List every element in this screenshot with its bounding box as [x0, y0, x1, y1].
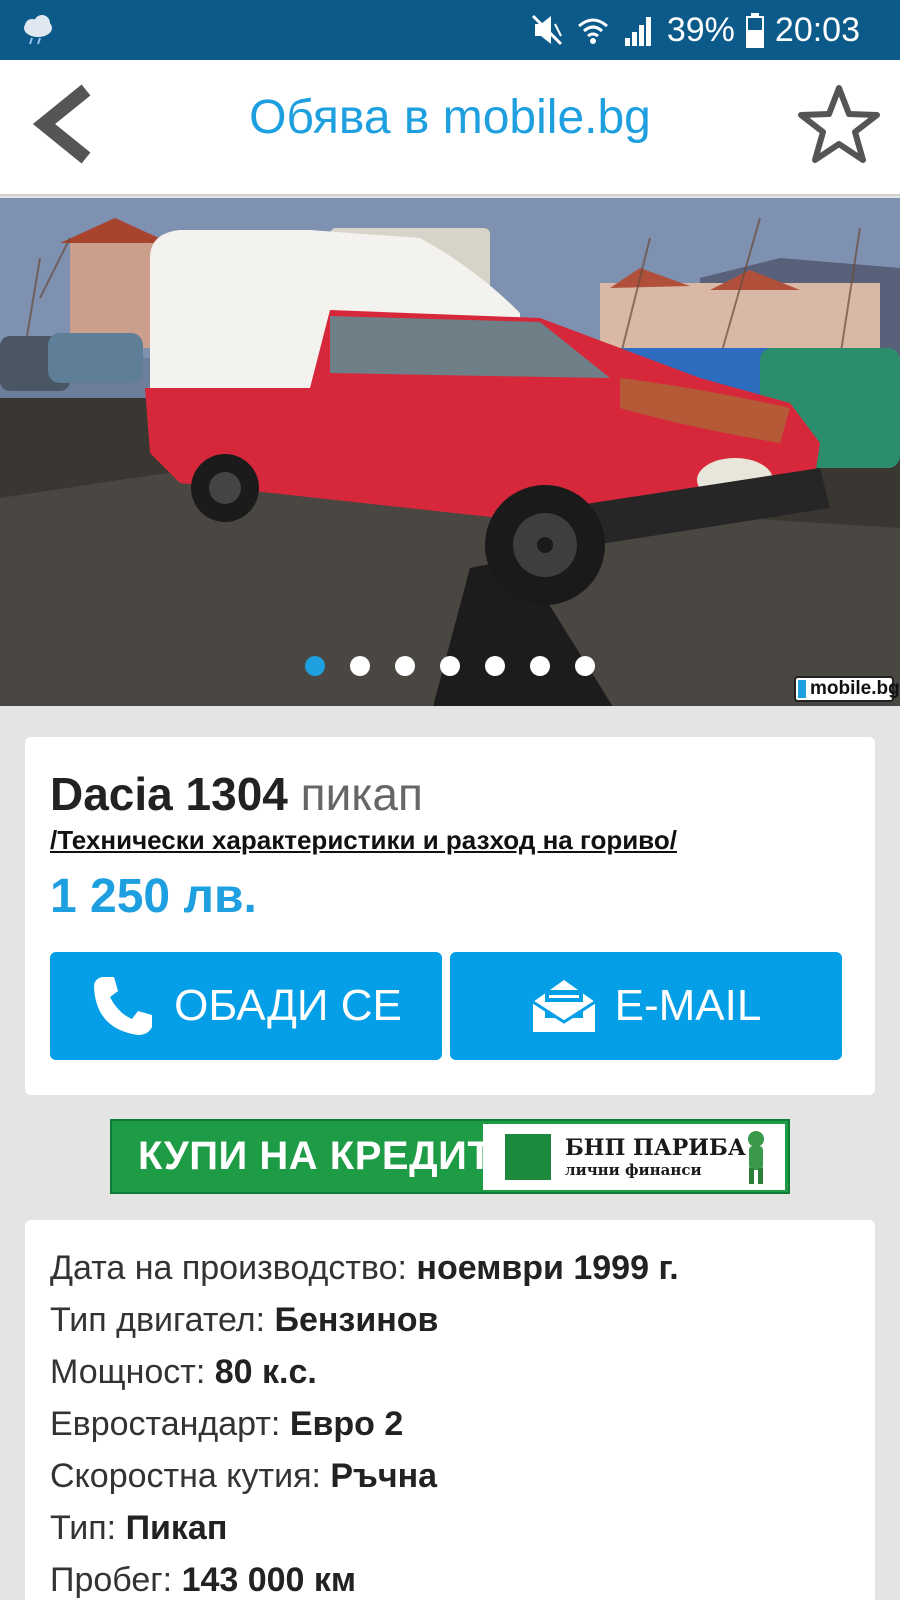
gallery-dot[interactable] — [440, 656, 460, 676]
spec-value: Евро 2 — [289, 1405, 404, 1443]
photo-watermark: mobile.bg — [794, 676, 900, 702]
price: 1 250 лв. — [50, 870, 257, 923]
spec-label: Скоростна кутия: — [50, 1457, 321, 1495]
spec-label: Пробег: — [50, 1561, 173, 1599]
gallery-dot[interactable] — [530, 656, 550, 676]
spec-row: Мощност: 80 к.с. — [50, 1346, 679, 1398]
email-button-label: E-MAIL — [614, 981, 762, 1030]
car-photo — [0, 198, 900, 706]
mascot-icon — [748, 1131, 764, 1184]
spec-value: 80 к.с. — [214, 1353, 317, 1391]
spec-row: Тип: Пикап — [50, 1502, 679, 1554]
spec-label: Дата на производство: — [50, 1249, 407, 1287]
spec-row: Тип двигател: Бензинов — [50, 1294, 679, 1346]
battery-icon — [745, 13, 764, 48]
clock: 20:03 — [774, 10, 860, 49]
status-bar: 39% 20:03 — [0, 0, 900, 60]
gallery-dot[interactable] — [485, 656, 505, 676]
make-model: Dacia 1304 — [50, 768, 288, 820]
spec-label: Мощност: — [50, 1353, 206, 1391]
email-button[interactable]: E-MAIL — [450, 952, 842, 1060]
body-type: пикап — [300, 768, 423, 820]
spec-value: Бензинов — [274, 1301, 439, 1339]
spec-label: Тип: — [50, 1509, 117, 1547]
spec-label: Евростандарт: — [50, 1405, 281, 1443]
weather-icon — [24, 15, 52, 45]
battery-percent: 39% — [666, 10, 735, 49]
listing-title: Dacia 1304 пикап — [50, 767, 423, 821]
page-title: Обява в mobile.bg — [249, 91, 651, 144]
wifi-icon — [577, 18, 608, 44]
tech-specs-link[interactable]: /Технически характеристики и разход на г… — [50, 825, 677, 856]
partner-tagline: лични финанси — [565, 1161, 702, 1179]
spec-row: Дата на производство: ноември 1999 г. — [50, 1242, 679, 1294]
phone-icon — [94, 977, 153, 1035]
credit-banner[interactable]: КУПИ НА КРЕДИТ БНП ПАРИБА лични финанси — [110, 1119, 790, 1194]
call-button-label: ОБАДИ СЕ — [174, 981, 402, 1030]
banner-text: КУПИ НА КРЕДИТ — [138, 1134, 493, 1178]
gallery-dots — [0, 656, 900, 676]
envelope-icon — [531, 980, 596, 1032]
specs-card: Дата на производство: ноември 1999 г. Ти… — [25, 1220, 875, 1600]
call-button[interactable]: ОБАДИ СЕ — [50, 952, 442, 1060]
signal-icon — [624, 17, 651, 46]
photo-gallery[interactable] — [0, 198, 900, 706]
spec-value: Ръчна — [330, 1457, 438, 1495]
spec-row: Скоростна кутия: Ръчна — [50, 1450, 679, 1502]
bank-logo-icon — [505, 1134, 551, 1180]
spec-value: Пикап — [125, 1509, 228, 1547]
spec-value: ноември 1999 г. — [416, 1249, 679, 1287]
specs-list: Дата на производство: ноември 1999 г. Ти… — [50, 1242, 679, 1600]
mute-icon — [531, 14, 562, 46]
spec-value: 143 000 км — [181, 1561, 357, 1599]
gallery-dot[interactable] — [305, 656, 325, 676]
partner-logo: БНП ПАРИБА лични финанси — [483, 1124, 785, 1190]
gallery-dot[interactable] — [395, 656, 415, 676]
spec-row: Евростандарт: Евро 2 — [50, 1398, 679, 1450]
gallery-dot[interactable] — [350, 656, 370, 676]
listing-summary-card: Dacia 1304 пикап /Технически характерист… — [25, 737, 875, 1095]
gallery-dot[interactable] — [575, 656, 595, 676]
spec-label: Тип двигател: — [50, 1301, 266, 1339]
app-bar: Обява в mobile.bg — [0, 60, 900, 196]
spec-row: Пробег: 143 000 км — [50, 1554, 679, 1600]
partner-name: БНП ПАРИБА — [565, 1135, 746, 1161]
star-icon[interactable] — [796, 82, 882, 168]
